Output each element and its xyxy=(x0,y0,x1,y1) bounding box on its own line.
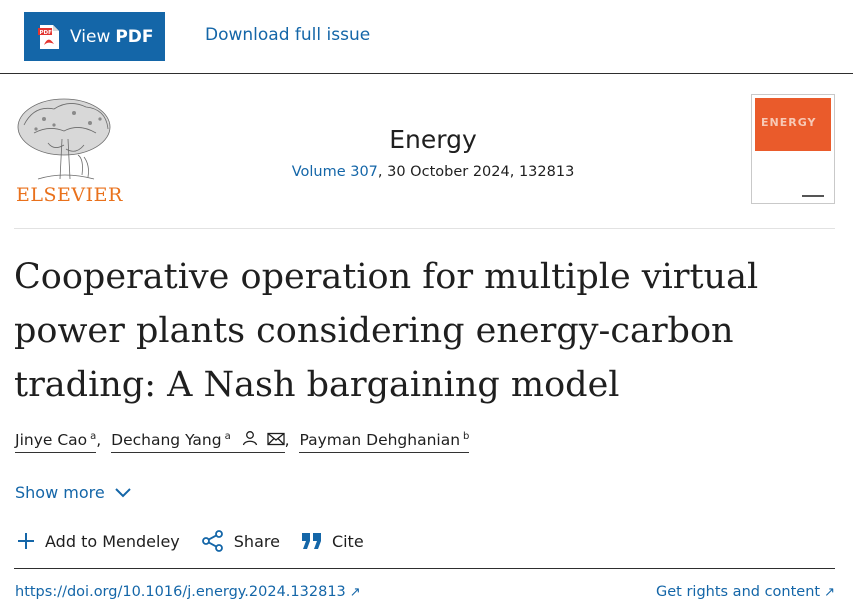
cite-button[interactable]: Cite xyxy=(301,530,364,552)
show-more-label: Show more xyxy=(15,483,105,502)
affiliation-marker: a xyxy=(224,431,231,442)
author-separator: , xyxy=(284,431,290,449)
download-full-issue-link[interactable]: Download full issue xyxy=(205,25,370,45)
quote-icon xyxy=(301,533,321,549)
author-jinye-cao[interactable]: Jinye Cao a xyxy=(15,431,97,453)
author-separator: , xyxy=(96,431,102,449)
rights-text: Get rights and content xyxy=(656,584,821,600)
share-label: Share xyxy=(233,531,280,551)
external-link-icon: ↗ xyxy=(824,585,835,600)
share-icon xyxy=(201,530,223,552)
title-line-2: power plants considering energy-carbon xyxy=(14,311,734,351)
author-dechang-yang[interactable]: Dechang Yang a xyxy=(111,431,285,453)
view-label: View xyxy=(70,26,111,47)
rights-and-content-link[interactable]: Get rights and content ↗ xyxy=(656,584,835,600)
doi-link[interactable]: https://doi.org/10.1016/j.energy.2024.13… xyxy=(15,584,361,600)
affiliation-marker: b xyxy=(463,431,470,442)
show-more-toggle[interactable]: Show more xyxy=(15,483,132,502)
article-actions: Add to Mendeley Share Cite xyxy=(16,530,385,552)
cover-footer-mark xyxy=(802,195,824,197)
author-list: Jinye Cao a, Dechang Yang a , Payman Dehgh… xyxy=(15,430,470,453)
add-to-mendeley-button[interactable]: Add to Mendeley xyxy=(16,530,180,552)
share-button[interactable]: Share xyxy=(201,530,280,552)
issue-info: Volume 307, 30 October 2024, 132813 xyxy=(0,164,853,180)
envelope-icon xyxy=(266,432,285,446)
pdf-file-icon: PDF xyxy=(38,24,59,49)
mendeley-label: Add to Mendeley xyxy=(45,531,180,551)
volume-link[interactable]: Volume 307 xyxy=(292,164,378,180)
issue-date: , 30 October 2024, 132813 xyxy=(377,164,575,180)
view-pdf-button[interactable]: PDF View PDF xyxy=(24,12,165,61)
cite-label: Cite xyxy=(331,531,364,551)
cover-title: ENERGY xyxy=(761,116,817,129)
chevron-down-icon xyxy=(114,487,131,497)
person-icon xyxy=(242,431,257,446)
title-line-1: Cooperative operation for multiple virtu… xyxy=(14,257,759,297)
external-link-icon: ↗ xyxy=(349,585,361,600)
journal-title[interactable]: Energy xyxy=(0,125,853,154)
article-toolbar: PDF View PDF Download full issue xyxy=(0,0,853,74)
author-name: Payman Dehghanian xyxy=(299,431,461,449)
author-name: Dechang Yang xyxy=(111,431,222,449)
plus-icon xyxy=(18,533,34,549)
author-payman-dehghanian[interactable]: Payman Dehghanian b xyxy=(299,431,470,453)
article-title: Cooperative operation for multiple virtu… xyxy=(14,250,834,412)
doi-text: https://doi.org/10.1016/j.energy.2024.13… xyxy=(15,584,346,600)
pdf-icon-label: PDF xyxy=(40,30,53,36)
actions-divider xyxy=(14,568,835,569)
pdf-label: PDF xyxy=(115,26,154,47)
elsevier-wordmark: ELSEVIER xyxy=(16,184,123,206)
header-divider xyxy=(14,228,835,229)
author-name: Jinye Cao xyxy=(15,431,88,449)
title-line-3: trading: A Nash bargaining model xyxy=(14,365,620,405)
journal-cover-image[interactable]: ENERGY xyxy=(751,94,835,204)
